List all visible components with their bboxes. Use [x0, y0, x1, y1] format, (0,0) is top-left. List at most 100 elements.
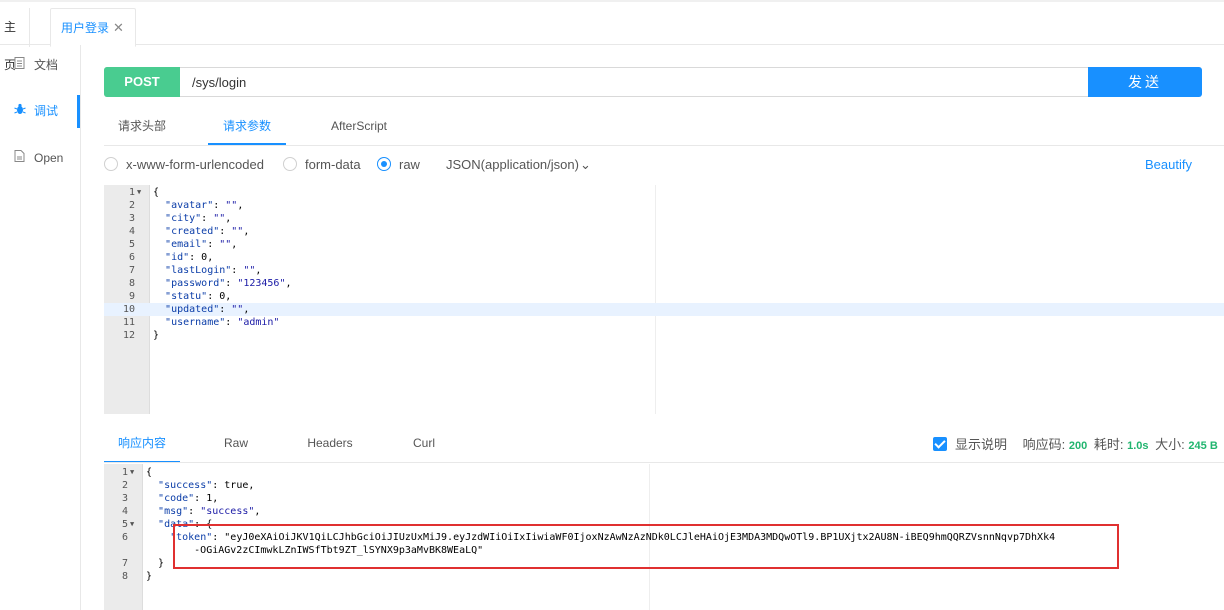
line-number: 10 [122, 304, 135, 315]
line-number: 9 [128, 291, 135, 302]
response-tabs: 响应内容 Raw Headers Curl 显示说明 响应码: 200 耗时: … [104, 427, 1224, 463]
url-input[interactable] [180, 68, 1088, 96]
send-button[interactable]: 发送 [1088, 67, 1202, 97]
code-line: "msg": "success", [158, 506, 261, 517]
response-meta: 显示说明 响应码: 200 耗时: 1.0s 大小: 245 B [933, 434, 1218, 453]
line-number: 12 [122, 330, 135, 341]
code-line: "id": 0, [165, 252, 214, 263]
tab-user-login[interactable]: 用户登录 ✕ [50, 8, 136, 47]
code-line: "updated": "", [165, 304, 250, 315]
code-line: "email": "", [165, 239, 238, 250]
radio-label: raw [399, 157, 420, 172]
code-line: "statu": 0, [165, 291, 232, 302]
tab-home[interactable]: 主页 [0, 8, 30, 72]
sidebar-active-indicator [77, 95, 80, 128]
radio-form-data[interactable]: form-data [283, 157, 361, 172]
request-tabs: 请求头部 请求参数 AfterScript [104, 108, 1224, 145]
tab-after-script[interactable]: AfterScript [314, 108, 404, 145]
line-number: 8 [128, 278, 135, 289]
tab-user-login-label: 用户登录 [61, 21, 110, 35]
line-number: 3 [121, 493, 128, 504]
content-type-select[interactable]: JSON(application/json)⌄ [446, 157, 591, 173]
line-number: 6 [121, 532, 128, 543]
close-icon[interactable]: ✕ [113, 20, 124, 35]
line-number: 5 [121, 519, 128, 530]
sidebar-item-docs[interactable]: 文档 [0, 55, 80, 75]
code-line: "avatar": "", [165, 200, 244, 211]
document-icon [14, 55, 28, 75]
line-number: 6 [128, 252, 135, 263]
request-body-editor[interactable]: 1 ▼ {2 "avatar": "", 3 "city": "", 4 "create… [104, 185, 1224, 414]
tab-curl[interactable]: Curl [399, 427, 449, 463]
sidebar-item-label: 调试 [34, 104, 59, 118]
radio-circle [283, 157, 297, 171]
request-url-bar: POST 发送 [104, 67, 1202, 97]
code-line: "success": true, [158, 480, 255, 491]
tab-headers[interactable]: Headers [300, 427, 360, 463]
line-number: 2 [128, 200, 135, 211]
code-line: } [146, 558, 165, 569]
fold-toggle-icon[interactable]: ▼ [130, 466, 138, 479]
code-line: "username": "admin" [165, 317, 280, 328]
show-desc-label: 显示说明 [955, 437, 1008, 452]
size-label: 大小: [1155, 437, 1185, 452]
chevron-down-icon: ⌄ [579, 157, 591, 172]
beautify-button[interactable]: Beautify [1145, 157, 1192, 172]
sidebar-item-open[interactable]: Open [0, 148, 80, 168]
code-line: "city": "", [165, 213, 232, 224]
code-line: "lastLogin": "", [165, 265, 262, 276]
body-type-selector: x-www-form-urlencoded form-data raw JSON… [104, 154, 1214, 176]
size-value: 245 B [1188, 440, 1218, 452]
status-value: 200 [1068, 440, 1088, 452]
code-line: "password": "123456", [165, 278, 292, 289]
editor-print-margin [655, 185, 656, 414]
divider [104, 462, 1224, 463]
radio-label: form-data [305, 157, 361, 172]
line-number: 3 [128, 213, 135, 224]
active-line-highlight [104, 303, 1224, 316]
code-line: { [146, 467, 153, 478]
radio-raw[interactable]: raw [377, 157, 420, 172]
line-number: 1 [121, 467, 128, 478]
radio-urlencoded[interactable]: x-www-form-urlencoded [104, 157, 264, 172]
bug-icon [14, 101, 28, 121]
line-number: 4 [128, 226, 135, 237]
code-line: "code": 1, [158, 493, 219, 504]
fold-toggle-icon[interactable]: ▼ [137, 186, 145, 199]
code-line: } [153, 330, 160, 341]
line-number [104, 544, 128, 557]
time-label: 耗时: [1093, 437, 1124, 452]
radio-label: x-www-form-urlencoded [126, 157, 264, 172]
line-number: 8 [121, 571, 128, 582]
line-number: 4 [121, 506, 128, 517]
fold-toggle-icon[interactable]: ▼ [130, 518, 138, 531]
tab-raw[interactable]: Raw [208, 427, 264, 463]
sidebar-item-debug[interactable]: 调试 [0, 101, 80, 121]
sidebar-item-label: 文档 [34, 58, 59, 72]
radio-circle [377, 157, 391, 171]
tab-bar: 主页 用户登录 ✕ [0, 0, 1224, 72]
code-line: { [153, 187, 160, 198]
code-line: } [146, 571, 153, 582]
sidebar: 文档 调试 Open [0, 45, 81, 610]
tab-request-params[interactable]: 请求参数 [208, 108, 286, 145]
line-number: 2 [121, 480, 128, 491]
tab-request-headers[interactable]: 请求头部 [104, 108, 180, 145]
line-number: 11 [122, 317, 135, 328]
line-number: 7 [128, 265, 135, 276]
code-line: "created": "", [165, 226, 250, 237]
show-desc-checkbox[interactable] [933, 437, 947, 451]
status-label: 响应码: [1022, 437, 1066, 452]
radio-circle [104, 157, 118, 171]
method-select[interactable]: POST [104, 67, 180, 97]
line-number: 1 [128, 187, 135, 198]
file-icon [14, 148, 28, 168]
line-number: 5 [128, 239, 135, 250]
time-value: 1.0s [1127, 440, 1149, 452]
token-highlight-box [173, 524, 1119, 569]
tab-response-content[interactable]: 响应内容 [104, 427, 180, 463]
content-type-label: JSON(application/json) [446, 157, 579, 172]
divider [104, 145, 1224, 146]
line-number: 7 [121, 558, 128, 569]
sidebar-item-label: Open [34, 151, 64, 165]
